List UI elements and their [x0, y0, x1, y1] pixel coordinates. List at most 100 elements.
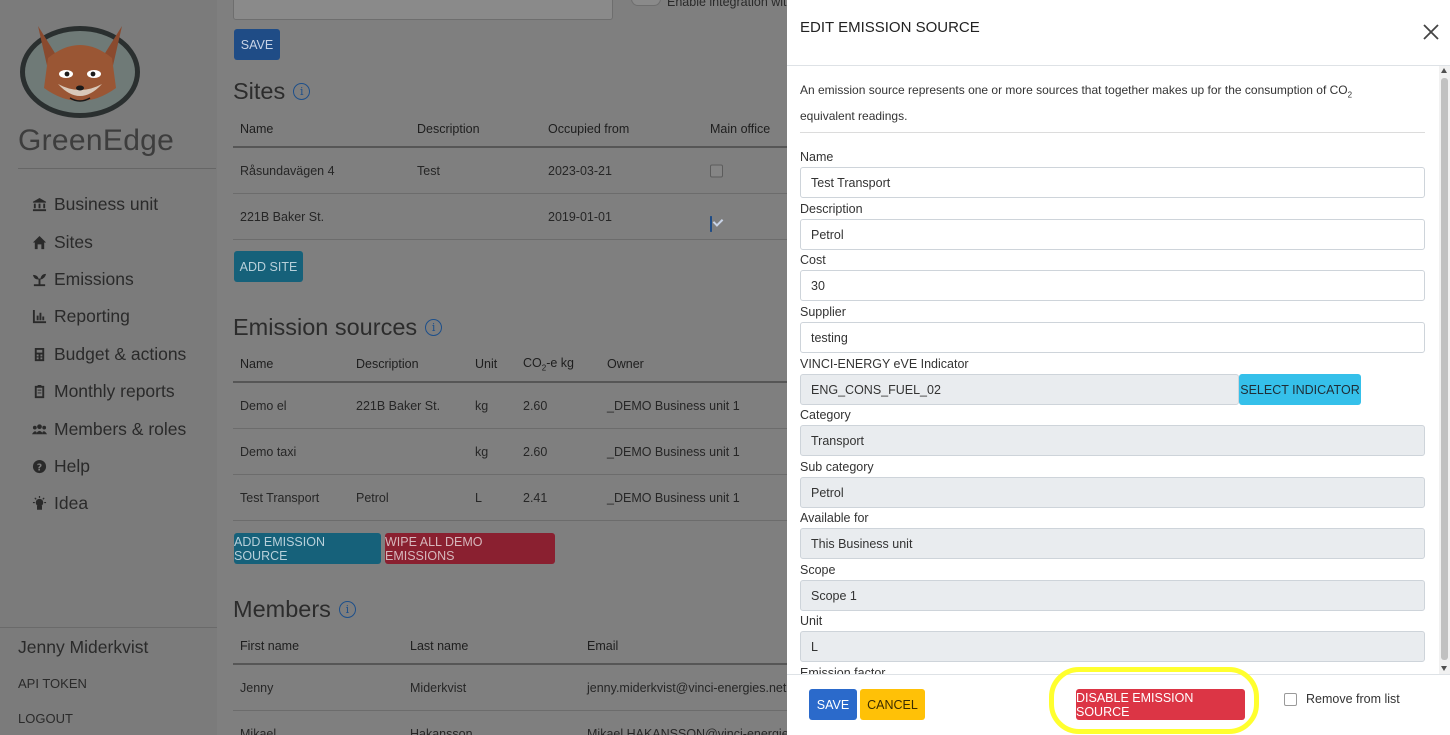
users-icon — [32, 422, 54, 437]
calculator-icon — [32, 347, 54, 362]
add-emission-source-button[interactable]: ADD EMISSION SOURCE — [234, 533, 381, 564]
info-icon[interactable]: i — [338, 601, 356, 618]
wipe-demo-emissions-button[interactable]: WIPE ALL DEMO EMISSIONS — [385, 533, 555, 564]
modal-save-button[interactable]: SAVE — [809, 689, 857, 720]
sidebar-item-label: Budget & actions — [54, 343, 187, 364]
source-owner: _DEMO Business unit 1 — [607, 490, 740, 505]
add-site-button[interactable]: ADD SITE — [234, 251, 303, 282]
cost-field[interactable]: 30 — [800, 270, 1425, 301]
sidebar-item-label: Reporting — [54, 306, 130, 327]
name-field[interactable]: Test Transport — [800, 167, 1425, 198]
bar-chart-icon — [32, 309, 54, 324]
user-name: Jenny Miderkvist — [18, 637, 149, 657]
sidebar-item-help[interactable]: ? Help — [32, 448, 186, 485]
available-for-field: This Business unit — [800, 528, 1425, 559]
save-button[interactable]: SAVE — [234, 29, 280, 60]
source-unit: kg — [475, 398, 489, 413]
table-row[interactable]: 221B Baker St. 2019-01-01 — [233, 194, 787, 240]
table-header: First name Last name Email — [233, 629, 787, 665]
settings-input[interactable] — [233, 0, 613, 20]
source-description: Petrol — [356, 490, 389, 505]
integration-toggle[interactable] — [631, 0, 661, 6]
member-email: jenny.miderkvist@vinci-energies.net — [587, 680, 787, 695]
scroll-up-arrow-icon[interactable] — [1441, 68, 1447, 73]
table-row[interactable]: Råsundavägen 4 Test 2023-03-21 — [233, 148, 787, 194]
sidebar-item-monthly-reports[interactable]: Monthly reports — [32, 373, 186, 410]
info-icon[interactable]: i — [293, 83, 311, 100]
emission-sources-heading: Emission sources i — [233, 314, 443, 341]
sidebar-item-members-roles[interactable]: Members & roles — [32, 410, 186, 447]
site-name: 221B Baker St. — [240, 209, 325, 224]
table-row[interactable]: Demo el 221B Baker St. kg 2.60 _DEMO Bus… — [233, 383, 787, 429]
logout-link[interactable]: LOGOUT — [18, 711, 73, 726]
sidebar-item-label: Members & roles — [54, 418, 187, 439]
sidebar-item-label: Business unit — [54, 194, 159, 215]
source-name: Demo el — [240, 398, 287, 413]
category-field: Transport — [800, 425, 1425, 456]
sites-heading: Sites i — [233, 78, 311, 105]
integration-toggle-label: Enable integration with — [667, 0, 794, 9]
info-icon[interactable]: i — [425, 319, 443, 336]
member-first-name: Jenny — [240, 680, 274, 695]
modal-intro-text: An emission source represents one or mor… — [800, 80, 1410, 126]
divider — [0, 627, 217, 628]
supplier-field[interactable]: testing — [800, 322, 1425, 353]
emission-sources-title: Emission sources — [233, 314, 418, 340]
members-title: Members — [233, 596, 331, 622]
sidebar-item-label: Idea — [54, 493, 89, 514]
source-name: Demo taxi — [240, 444, 297, 459]
business-unit-icon — [32, 197, 54, 212]
sidebar-item-budget-actions[interactable]: Budget & actions — [32, 336, 186, 373]
svg-text:?: ? — [37, 462, 42, 473]
sub-category-field: Petrol — [800, 477, 1425, 508]
help-icon: ? — [32, 459, 54, 474]
member-last-name: Miderkvist — [410, 680, 467, 695]
table-row[interactable]: Demo taxi kg 2.60 _DEMO Business unit 1 — [233, 429, 787, 475]
divider — [18, 168, 216, 169]
table-row[interactable]: Jenny Miderkvist jenny.miderkvist@vinci-… — [233, 665, 787, 711]
table-row[interactable]: Mikael Hakansson Mikael.HAKANSSON@vinci-… — [233, 711, 816, 735]
disable-emission-source-button[interactable]: DISABLE EMISSION SOURCE — [1076, 689, 1245, 720]
sidebar-item-sites[interactable]: Sites — [32, 223, 186, 260]
modal-cancel-button[interactable]: CANCEL — [860, 689, 925, 720]
scroll-down-arrow-icon[interactable] — [1441, 666, 1447, 671]
column-header: Description — [356, 357, 419, 371]
main-office-checkbox[interactable] — [710, 215, 712, 232]
sidebar-item-label: Emissions — [54, 268, 134, 289]
main-office-checkbox[interactable] — [710, 164, 723, 177]
sidebar-item-emissions[interactable]: Emissions — [32, 261, 186, 298]
main-content: Enable integration with SAVE Sites i Nam… — [217, 0, 816, 735]
scroll-thumb[interactable] — [1441, 78, 1448, 660]
sidebar-item-business-unit[interactable]: Business unit — [32, 186, 186, 223]
co2-unit: -e kg — [546, 355, 574, 370]
name-label: Name — [800, 150, 834, 164]
table-row[interactable]: Test Transport Petrol L 2.41 _DEMO Busin… — [233, 475, 787, 521]
description-field[interactable]: Petrol — [800, 219, 1425, 250]
modal-scrollbar[interactable] — [1439, 66, 1450, 674]
column-header: Name — [240, 122, 274, 136]
sidebar-item-label: Sites — [54, 231, 93, 252]
table-header: Name Description Occupied from Main offi… — [233, 112, 787, 148]
remove-from-list-label: Remove from list — [1306, 692, 1400, 706]
scope-label: Scope — [800, 563, 836, 577]
site-occupied: 2019-01-01 — [548, 209, 612, 224]
brand-name: GreenEdge — [18, 124, 175, 157]
column-header: Description — [417, 122, 480, 136]
site-occupied: 2023-03-21 — [548, 163, 612, 178]
lightbulb-icon — [32, 496, 54, 511]
scope-field: Scope 1 — [800, 580, 1425, 611]
sidebar-item-idea[interactable]: Idea — [32, 485, 186, 522]
remove-from-list-checkbox[interactable]: Remove from list — [1284, 692, 1400, 706]
modal-body: An emission source represents one or mor… — [787, 66, 1439, 674]
source-owner: _DEMO Business unit 1 — [607, 398, 740, 413]
sites-title: Sites — [233, 78, 286, 104]
select-indicator-button[interactable]: SELECT INDICATOR — [1239, 374, 1361, 405]
source-owner: _DEMO Business unit 1 — [607, 444, 740, 459]
site-description: Test — [417, 163, 440, 178]
edit-emission-source-modal: EDIT EMISSION SOURCE An emission source … — [787, 0, 1450, 735]
api-token-link[interactable]: API TOKEN — [18, 676, 87, 691]
clipboard-icon — [32, 384, 54, 399]
sidebar-item-reporting[interactable]: Reporting — [32, 298, 186, 335]
close-icon[interactable] — [1421, 22, 1441, 42]
checkbox-box[interactable] — [1284, 692, 1297, 706]
